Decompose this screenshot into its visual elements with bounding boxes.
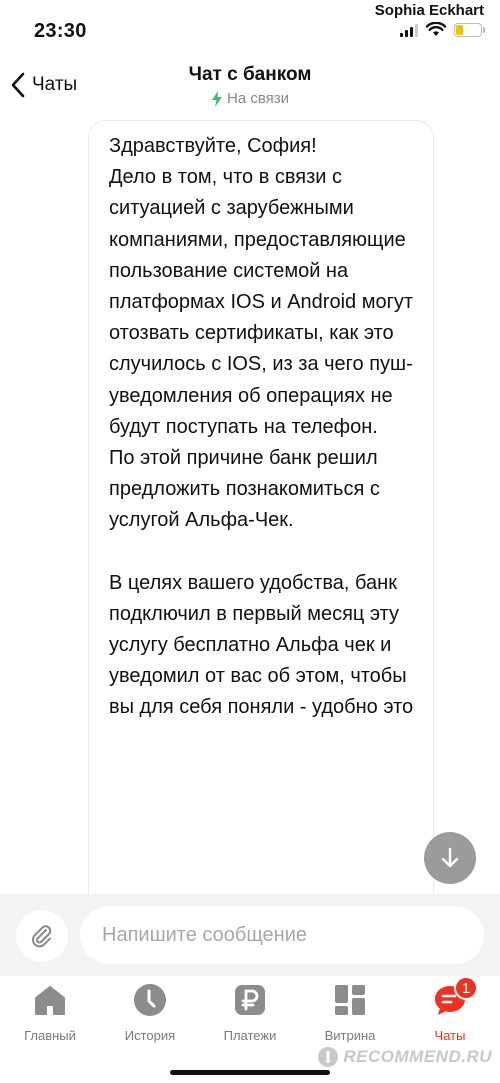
home-indicator	[170, 1070, 330, 1075]
battery-icon	[454, 22, 485, 37]
message-paragraph: Здравствуйте, София! Дело в том, что в с…	[109, 135, 414, 532]
status-bar: 23:30 Sophia Eckhart	[0, 0, 500, 56]
tab-showcase[interactable]: Витрина	[300, 976, 400, 1052]
status-user-name: Sophia Eckhart	[374, 2, 484, 19]
ruble-icon	[235, 985, 265, 1015]
scroll-down-button[interactable]	[424, 832, 476, 884]
attach-button[interactable]	[16, 910, 68, 962]
tab-history[interactable]: История	[100, 976, 200, 1052]
clock-icon	[134, 984, 166, 1016]
status-indicators	[400, 22, 485, 37]
connection-status: На связи	[0, 90, 500, 107]
wifi-icon	[426, 22, 446, 36]
message-composer	[0, 894, 500, 976]
tab-label: Чаты	[434, 1028, 466, 1043]
message-input[interactable]	[80, 906, 484, 964]
lightning-icon	[211, 90, 222, 107]
unread-badge: 1	[454, 976, 478, 1000]
battery-fill	[456, 24, 463, 35]
tab-payments[interactable]: Платежи	[200, 976, 300, 1052]
status-time: 23:30	[34, 20, 87, 42]
grid-icon	[335, 985, 365, 1015]
watermark: RECOMMEND.RU	[317, 1046, 492, 1068]
connection-status-label: На связи	[226, 90, 290, 107]
chat-header: Чаты Чат с банком На связи	[0, 56, 500, 116]
message-bubble: Здравствуйте, София! Дело в том, что в с…	[88, 120, 434, 894]
tab-label: Платежи	[223, 1028, 277, 1043]
tab-label: Витрина	[324, 1028, 376, 1043]
home-icon	[35, 986, 65, 1015]
tab-home[interactable]: Главный	[0, 976, 100, 1052]
chat-messages[interactable]: Здравствуйте, София! Дело в том, что в с…	[0, 116, 500, 894]
message-paragraph: В целях вашего удобства, банк подключил …	[109, 571, 414, 719]
tab-label: История	[124, 1028, 176, 1043]
arrow-down-icon	[441, 847, 459, 868]
page-title: Чат с банком	[188, 64, 312, 85]
cellular-signal-icon	[400, 23, 418, 37]
paperclip-icon	[31, 925, 52, 948]
recommend-logo-icon	[318, 1047, 339, 1067]
header-title-block: Чат с банком На связи	[0, 64, 500, 107]
tab-chats[interactable]: 1 Чаты	[400, 976, 500, 1052]
tab-label: Главный	[24, 1028, 76, 1043]
watermark-text: RECOMMEND.RU	[343, 1047, 492, 1066]
